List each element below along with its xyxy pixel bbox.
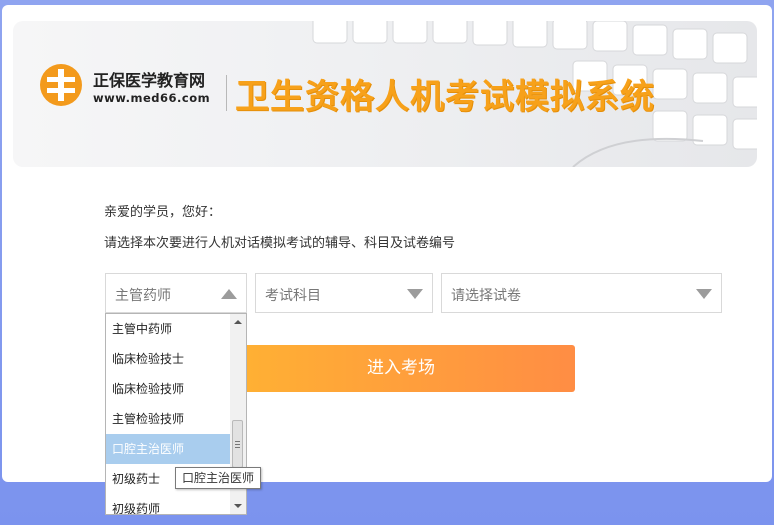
logo-icon [40, 64, 82, 106]
subject-select[interactable]: 考试科目 [255, 273, 433, 313]
header-banner: 正保医学教育网 www.med66.com 卫生资格人机考试模拟系统 [13, 21, 757, 167]
scrollbar-thumb[interactable] [232, 420, 243, 468]
enter-exam-button[interactable]: 进入考场 [227, 345, 575, 392]
option-tooltip: 口腔主治医师 [175, 467, 262, 489]
logo-url: www.med66.com [93, 91, 211, 105]
paper-select[interactable]: 请选择试卷 [441, 273, 722, 313]
dropdown-option-highlighted[interactable]: 口腔主治医师 [106, 434, 230, 464]
greeting-text: 亲爱的学员，您好： [104, 205, 222, 220]
category-select-value: 主管药师 [115, 288, 171, 304]
logo-name: 正保医学教育网 [93, 71, 206, 90]
dropdown-option[interactable]: 初级药师 [106, 494, 230, 514]
chevron-down-icon [696, 289, 712, 299]
subject-select-placeholder: 考试科目 [265, 288, 321, 304]
scroll-down-icon[interactable] [234, 504, 242, 508]
dropdown-option[interactable]: 临床检验技士 [106, 344, 230, 374]
dropdown-option[interactable]: 主管中药师 [106, 314, 230, 344]
paper-select-placeholder: 请选择试卷 [451, 288, 521, 304]
category-select[interactable]: 主管药师 [105, 273, 247, 313]
dropdown-option[interactable]: 临床检验技师 [106, 374, 230, 404]
dropdown-option[interactable]: 主管检验技师 [106, 404, 230, 434]
scroll-up-icon[interactable] [234, 320, 242, 324]
chevron-down-icon [407, 289, 423, 299]
logo-divider [226, 75, 227, 111]
page-title: 卫生资格人机考试模拟系统 [235, 77, 655, 117]
chevron-up-icon [221, 289, 237, 299]
instruction-text: 请选择本次要进行人机对话模拟考试的辅导、科目及试卷编号 [104, 236, 456, 251]
